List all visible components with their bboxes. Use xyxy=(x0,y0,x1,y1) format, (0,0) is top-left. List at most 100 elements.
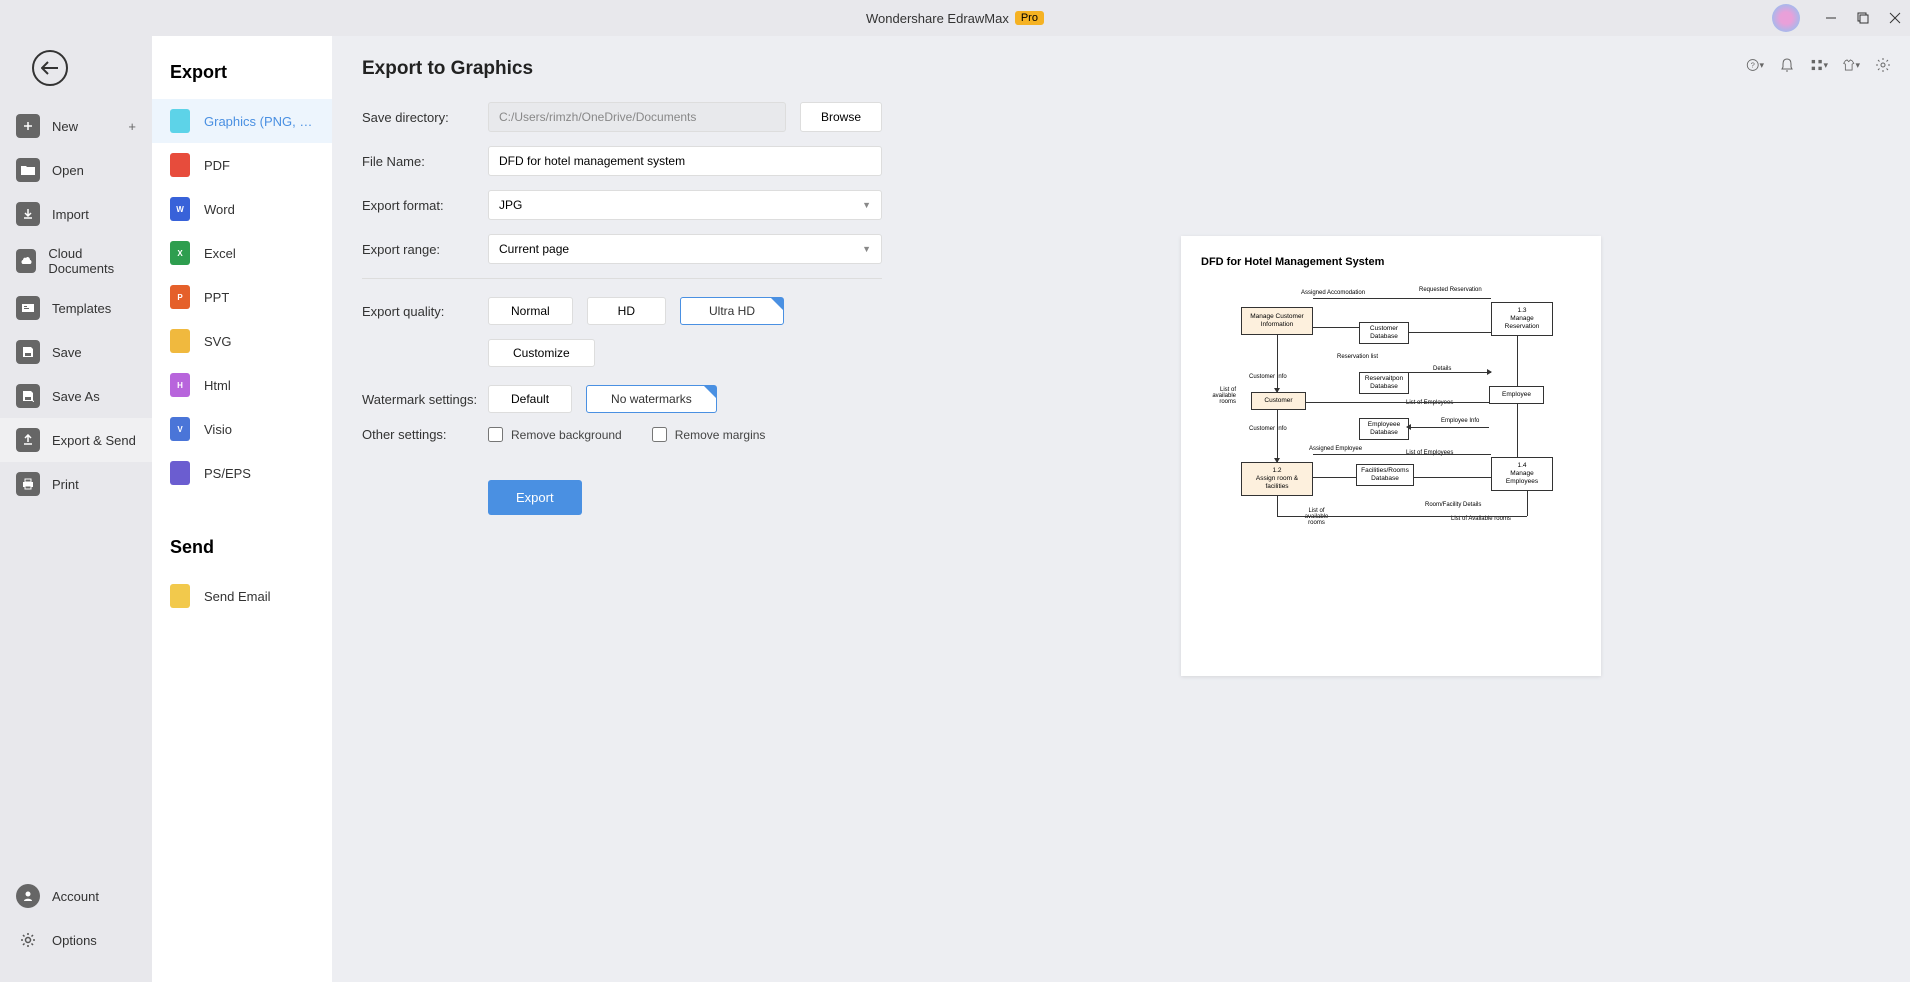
sidebar-item-options[interactable]: Options xyxy=(0,918,152,962)
send-option-email[interactable]: Send Email xyxy=(152,574,332,618)
remove-margins-checkbox[interactable]: Remove margins xyxy=(652,427,766,442)
grid-icon[interactable]: ▾ xyxy=(1810,56,1828,74)
templates-icon xyxy=(16,296,40,320)
export-icon xyxy=(16,428,40,452)
dfd-label: List of Employees xyxy=(1406,400,1453,406)
svg-icon xyxy=(170,329,190,353)
cloud-icon xyxy=(16,249,36,273)
avatar-icon[interactable] xyxy=(1772,4,1800,32)
page-title: Export to Graphics xyxy=(362,58,882,80)
sidebar-item-templates[interactable]: Templates xyxy=(0,286,152,330)
dfd-label: Customer Info xyxy=(1249,426,1287,432)
preview-title: DFD for Hotel Management System xyxy=(1201,256,1581,268)
export-heading: Export xyxy=(152,56,332,99)
back-button[interactable] xyxy=(32,50,68,86)
close-button[interactable] xyxy=(1888,11,1902,25)
option-label: SVG xyxy=(204,334,231,349)
graphics-icon xyxy=(170,109,190,133)
excel-icon: X xyxy=(170,241,190,265)
quality-normal-button[interactable]: Normal xyxy=(488,297,573,325)
sidebar-label: Export & Send xyxy=(52,433,136,448)
export-option-pdf[interactable]: PDF xyxy=(152,143,332,187)
plus-icon[interactable]: + xyxy=(128,119,136,134)
shirt-icon[interactable]: ▾ xyxy=(1842,56,1860,74)
dfd-label: Employee Info xyxy=(1441,418,1479,424)
export-option-excel[interactable]: X Excel xyxy=(152,231,332,275)
divider xyxy=(362,278,882,279)
export-option-html[interactable]: H Html xyxy=(152,363,332,407)
sidebar-label: Options xyxy=(52,933,97,948)
pro-badge: Pro xyxy=(1015,11,1044,25)
watermark-default-button[interactable]: Default xyxy=(488,385,572,413)
quality-hd-button[interactable]: HD xyxy=(587,297,666,325)
format-value: JPG xyxy=(499,198,522,212)
format-label: Export format: xyxy=(362,198,488,213)
dfd-box-arf: 1.2Assign room & facilities xyxy=(1241,462,1313,496)
word-icon: W xyxy=(170,197,190,221)
remove-margins-input[interactable] xyxy=(652,427,667,442)
sidebar-item-open[interactable]: Open xyxy=(0,148,152,192)
import-icon xyxy=(16,202,40,226)
customize-button[interactable]: Customize xyxy=(488,339,595,367)
range-select[interactable]: Current page ▼ xyxy=(488,234,882,264)
minimize-button[interactable] xyxy=(1824,11,1838,25)
new-icon xyxy=(16,114,40,138)
dfd-label: Customer Info xyxy=(1249,374,1287,380)
folder-icon xyxy=(16,158,40,182)
email-icon xyxy=(170,584,190,608)
export-option-word[interactable]: W Word xyxy=(152,187,332,231)
filename-input[interactable] xyxy=(488,146,882,176)
export-option-visio[interactable]: V Visio xyxy=(152,407,332,451)
sidebar-label: Account xyxy=(52,889,99,904)
maximize-button[interactable] xyxy=(1856,11,1870,25)
browse-button[interactable]: Browse xyxy=(800,102,882,132)
sidebar-label: Import xyxy=(52,207,89,222)
help-icon[interactable]: ?▾ xyxy=(1746,56,1764,74)
export-option-ppt[interactable]: P PPT xyxy=(152,275,332,319)
sidebar-item-new[interactable]: New + xyxy=(0,104,152,148)
export-option-svg[interactable]: SVG xyxy=(152,319,332,363)
dfd-box-mci: Manage Customer Information xyxy=(1241,307,1313,335)
sidebar-item-save[interactable]: Save xyxy=(0,330,152,374)
sidebar-item-cloud[interactable]: Cloud Documents xyxy=(0,236,152,286)
option-label: Visio xyxy=(204,422,232,437)
dfd-label: Requested Reservation xyxy=(1419,287,1482,293)
remove-bg-checkbox[interactable]: Remove background xyxy=(488,427,622,442)
print-icon xyxy=(16,472,40,496)
sidebar-label: Cloud Documents xyxy=(48,246,136,276)
other-label: Other settings: xyxy=(362,427,488,442)
export-option-graphics[interactable]: Graphics (PNG, JPG et... xyxy=(152,99,332,143)
sidebar-item-export[interactable]: Export & Send xyxy=(0,418,152,462)
quality-ultrahd-button[interactable]: Ultra HD xyxy=(680,297,784,325)
gear-icon[interactable] xyxy=(1874,56,1892,74)
html-icon: H xyxy=(170,373,190,397)
export-button[interactable]: Export xyxy=(488,480,582,515)
option-label: Send Email xyxy=(204,589,270,604)
sidebar-item-account[interactable]: Account xyxy=(0,874,152,918)
dfd-label: Reservation list xyxy=(1337,354,1378,360)
remove-bg-label: Remove background xyxy=(511,428,622,442)
watermark-none-button[interactable]: No watermarks xyxy=(586,385,717,413)
dfd-label: List of available rooms xyxy=(1201,387,1236,405)
pdf-icon xyxy=(170,153,190,177)
chevron-down-icon: ▼ xyxy=(862,244,871,254)
chevron-down-icon: ▼ xyxy=(862,200,871,210)
sidebar-label: Save As xyxy=(52,389,100,404)
remove-margins-label: Remove margins xyxy=(675,428,766,442)
remove-bg-input[interactable] xyxy=(488,427,503,442)
sidebar-item-import[interactable]: Import xyxy=(0,192,152,236)
option-label: PS/EPS xyxy=(204,466,251,481)
account-icon xyxy=(16,884,40,908)
dfd-box-cust: Customer xyxy=(1251,392,1306,410)
dfd-box-ed: Employeee Database xyxy=(1359,418,1409,440)
sidebar-item-print[interactable]: Print xyxy=(0,462,152,506)
dfd-box-me: 1.4Manage Employees xyxy=(1491,457,1553,491)
visio-icon: V xyxy=(170,417,190,441)
dfd-box-mr: 1.3Manage Reservation xyxy=(1491,302,1553,336)
bell-icon[interactable] xyxy=(1778,56,1796,74)
dfd-box-frd: Facilities/Rooms Database xyxy=(1356,464,1414,486)
format-select[interactable]: JPG ▼ xyxy=(488,190,882,220)
sidebar-label: Open xyxy=(52,163,84,178)
export-option-ps[interactable]: PS/EPS xyxy=(152,451,332,495)
sidebar-item-saveas[interactable]: Save As xyxy=(0,374,152,418)
